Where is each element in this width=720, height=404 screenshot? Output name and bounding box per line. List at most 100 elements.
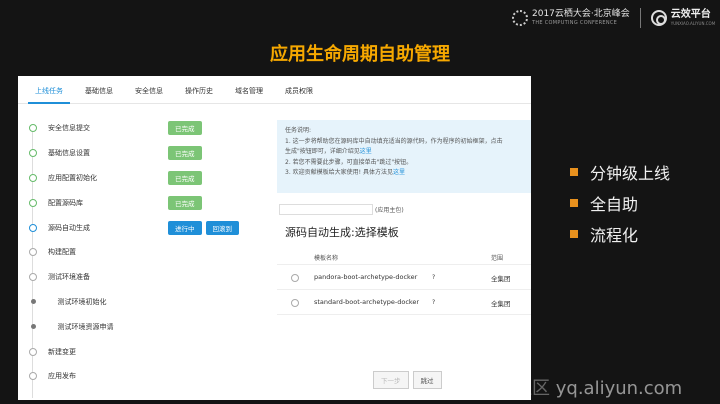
step-item[interactable]: 基础信息设置 已完成 (26, 141, 280, 166)
step-done-icon (29, 149, 37, 158)
brand-title: 云效平台 (670, 9, 711, 20)
status-badge: 已完成 (168, 170, 202, 185)
feature-bullets: 分钟级上线 全自助 流程化 (570, 160, 670, 253)
step-label: 源码自动生成 (48, 223, 90, 232)
bullet-item: 全自助 (570, 191, 670, 215)
bullet-text: 流程化 (590, 226, 639, 245)
template-radio[interactable] (291, 274, 299, 282)
step-item[interactable]: 测试环境准备 (26, 265, 280, 290)
template-name: pandora-boot-archetype-docker (314, 273, 418, 281)
step-label: 新建变更 (48, 347, 76, 356)
brand-subtitle: YUNXIAO.ALIYUN.COM (670, 21, 716, 26)
bullet-square-icon (570, 199, 578, 207)
table-header: 模板名称 范围 (277, 251, 531, 265)
tab-operation-history[interactable]: 操作历史 (174, 86, 224, 103)
branch-input[interactable] (279, 204, 373, 215)
yunxiao-logo-icon (650, 10, 667, 26)
conference-title: 2017云栖大会·北京峰会 (532, 9, 630, 19)
step-list: 安全信息提交 已完成 基础信息设置 已完成 应用配置初始化 已完成 配置源码库 … (26, 116, 280, 389)
bullet-item: 流程化 (570, 222, 670, 246)
brand-label: 云效平台 YUNXIAO.ALIYUN.COM (671, 10, 715, 26)
step-label: 构建配置 (48, 248, 76, 257)
step-item[interactable]: 应用发布 (26, 364, 280, 389)
bullet-item: 分钟级上线 (570, 160, 670, 184)
status-badge: 已完成 (168, 195, 202, 210)
tab-basic-info[interactable]: 基础信息 (74, 86, 124, 103)
table-row[interactable]: pandora-boot-archetype-docker ? 全集团 (277, 266, 531, 290)
header-divider (639, 8, 641, 28)
footer-buttons: 下一步 跳过 (373, 371, 442, 389)
instructions-line-2-text: 生成"按钮即可，详细介绍见 (285, 148, 360, 155)
step-pending-icon (29, 248, 37, 257)
rollback-button[interactable]: 回滚到 (205, 220, 239, 235)
section-title: 源码自动生成:选择模板 (285, 226, 399, 239)
bullet-text: 分钟级上线 (590, 164, 671, 183)
instructions-line-2: 生成"按钮即可，详细介绍见这里 (285, 147, 523, 158)
template-selection: (应用主包) 源码自动生成:选择模板 模板名称 范围 pandora-boot-… (277, 196, 531, 400)
step-label: 测试环境准备 (48, 273, 90, 282)
step-pending-icon (29, 372, 37, 381)
step-label: 基础信息设置 (48, 149, 90, 158)
template-name: standard-boot-archetype-docker (314, 298, 420, 306)
step-item[interactable]: 应用配置初始化 已完成 (26, 166, 280, 191)
tab-member-permissions[interactable]: 成员权限 (274, 86, 324, 103)
slide-title: 应用生命周期自助管理 (270, 44, 450, 65)
step-item[interactable]: 构建配置 (26, 240, 280, 265)
tab-deploy-task[interactable]: 上线任务 (24, 86, 74, 104)
column-scope: 范围 (491, 255, 504, 262)
table-row[interactable]: standard-boot-archetype-docker ? 全集团 (277, 291, 531, 315)
conference-label: 2017云栖大会·北京峰会 THE COMPUTING CONFERENCE (532, 10, 630, 26)
in-progress-badge: 进行中 (168, 220, 202, 235)
column-template-name: 模板名称 (314, 255, 339, 262)
substep-label: 测试环境初始化 (57, 297, 107, 306)
next-button[interactable]: 下一步 (373, 371, 409, 389)
status-badge: 已完成 (168, 146, 202, 161)
step-done-icon (29, 198, 37, 207)
header-logos: 2017云栖大会·北京峰会 THE COMPUTING CONFERENCE 云… (512, 6, 715, 30)
task-instructions: 任务说明: 1. 这一步将帮助您在源码库中自动填充适当的源代码，作为程序的初始框… (277, 120, 531, 193)
instructions-heading: 任务说明: (285, 127, 312, 134)
instructions-line-4: 3. 欢迎贡献模板给大家使用! 具体方法见这里 (285, 168, 523, 179)
skip-button[interactable]: 跳过 (412, 371, 442, 389)
bullet-square-icon (570, 230, 578, 238)
instructions-line-4-text: 3. 欢迎贡献模板给大家使用! 具体方法见 (285, 169, 393, 176)
step-label: 应用发布 (48, 372, 76, 381)
help-question-icon[interactable]: ? (432, 299, 435, 306)
substep-item[interactable]: 测试环境资源申请 (26, 314, 280, 339)
contribute-link[interactable]: 这里 (393, 169, 405, 176)
step-label: 应用配置初始化 (48, 173, 97, 182)
conference-subtitle: THE COMPUTING CONFERENCE (532, 20, 618, 26)
watermark: 云栖社区 yq.aliyun.com (478, 374, 682, 400)
help-link[interactable]: 这里 (360, 148, 372, 155)
step-item-current[interactable]: 源码自动生成 进行中 回滚到 (26, 215, 280, 240)
step-pending-icon (29, 347, 37, 356)
template-scope: 全集团 (491, 275, 511, 283)
step-current-icon (29, 223, 37, 232)
branch-hint: (应用主包) (375, 207, 404, 214)
step-label: 安全信息提交 (48, 124, 90, 133)
help-question-icon[interactable]: ? (432, 274, 435, 281)
instructions-line-3: 2. 若您不需要此步骤，可直接单击"跳过"按钮。 (285, 158, 413, 166)
bullet-square-icon (570, 168, 578, 176)
step-done-icon (29, 124, 37, 133)
watermark-url: yq.aliyun.com (555, 378, 683, 399)
step-label: 配置源码库 (48, 198, 83, 207)
bullet-text: 全自助 (590, 195, 639, 214)
substep-item[interactable]: 测试环境初始化 (26, 290, 280, 315)
substep-label: 测试环境资源申请 (57, 322, 114, 331)
instructions-line-1: 1. 这一步将帮助您在源码库中自动填充适当的源代码，作为程序的初始框架，点击 (285, 137, 503, 145)
conference-logo-icon (512, 10, 528, 26)
substep-bullet-icon (30, 299, 36, 305)
template-scope: 全集团 (491, 300, 511, 308)
substep-bullet-icon (30, 324, 36, 330)
step-item[interactable]: 配置源码库 已完成 (26, 190, 280, 215)
step-item[interactable]: 新建变更 (26, 339, 280, 364)
tab-bar: 上线任务 基础信息 安全信息 操作历史 域名管理 成员权限 (18, 76, 531, 104)
template-radio[interactable] (291, 299, 299, 307)
app-panel: 上线任务 基础信息 安全信息 操作历史 域名管理 成员权限 安全信息提交 已完成… (18, 76, 531, 400)
tab-security-info[interactable]: 安全信息 (124, 86, 174, 103)
tab-domain-management[interactable]: 域名管理 (224, 86, 274, 103)
status-badge: 已完成 (168, 121, 202, 136)
step-item[interactable]: 安全信息提交 已完成 (26, 116, 280, 141)
step-pending-icon (29, 273, 37, 282)
